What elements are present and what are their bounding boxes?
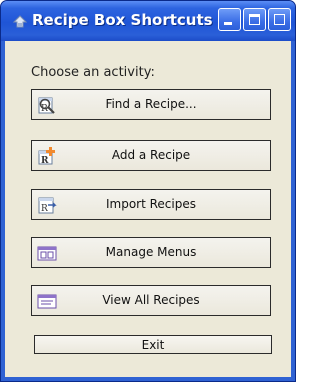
import-recipes-button[interactable]: R Import Recipes	[31, 189, 271, 220]
find-recipe-label: Find a Recipe...	[105, 97, 197, 111]
minimize-icon[interactable]	[218, 8, 241, 31]
add-recipe-button[interactable]: R Add a Recipe	[31, 140, 271, 171]
close-icon[interactable]	[268, 8, 291, 31]
exit-label: Exit	[141, 338, 165, 352]
manage-menus-button[interactable]: Manage Menus	[31, 237, 271, 268]
title-bar[interactable]: Recipe Box Shortcuts	[1, 1, 295, 41]
exit-button[interactable]: Exit	[34, 335, 272, 354]
recipe-box-app-icon	[12, 15, 28, 28]
view-all-recipes-button[interactable]: View All Recipes	[31, 285, 271, 316]
maximize-icon[interactable]	[243, 8, 266, 31]
window-title: Recipe Box Shortcuts	[32, 11, 213, 29]
activity-prompt: Choose an activity:	[31, 65, 155, 80]
import-recipes-label: Import Recipes	[105, 197, 196, 211]
manage-menus-label: Manage Menus	[105, 245, 197, 259]
find-recipe-button[interactable]: R Find a Recipe...	[31, 89, 271, 120]
add-recipe-label: Add a Recipe	[111, 148, 191, 162]
view-all-recipes-label: View All Recipes	[102, 293, 200, 307]
